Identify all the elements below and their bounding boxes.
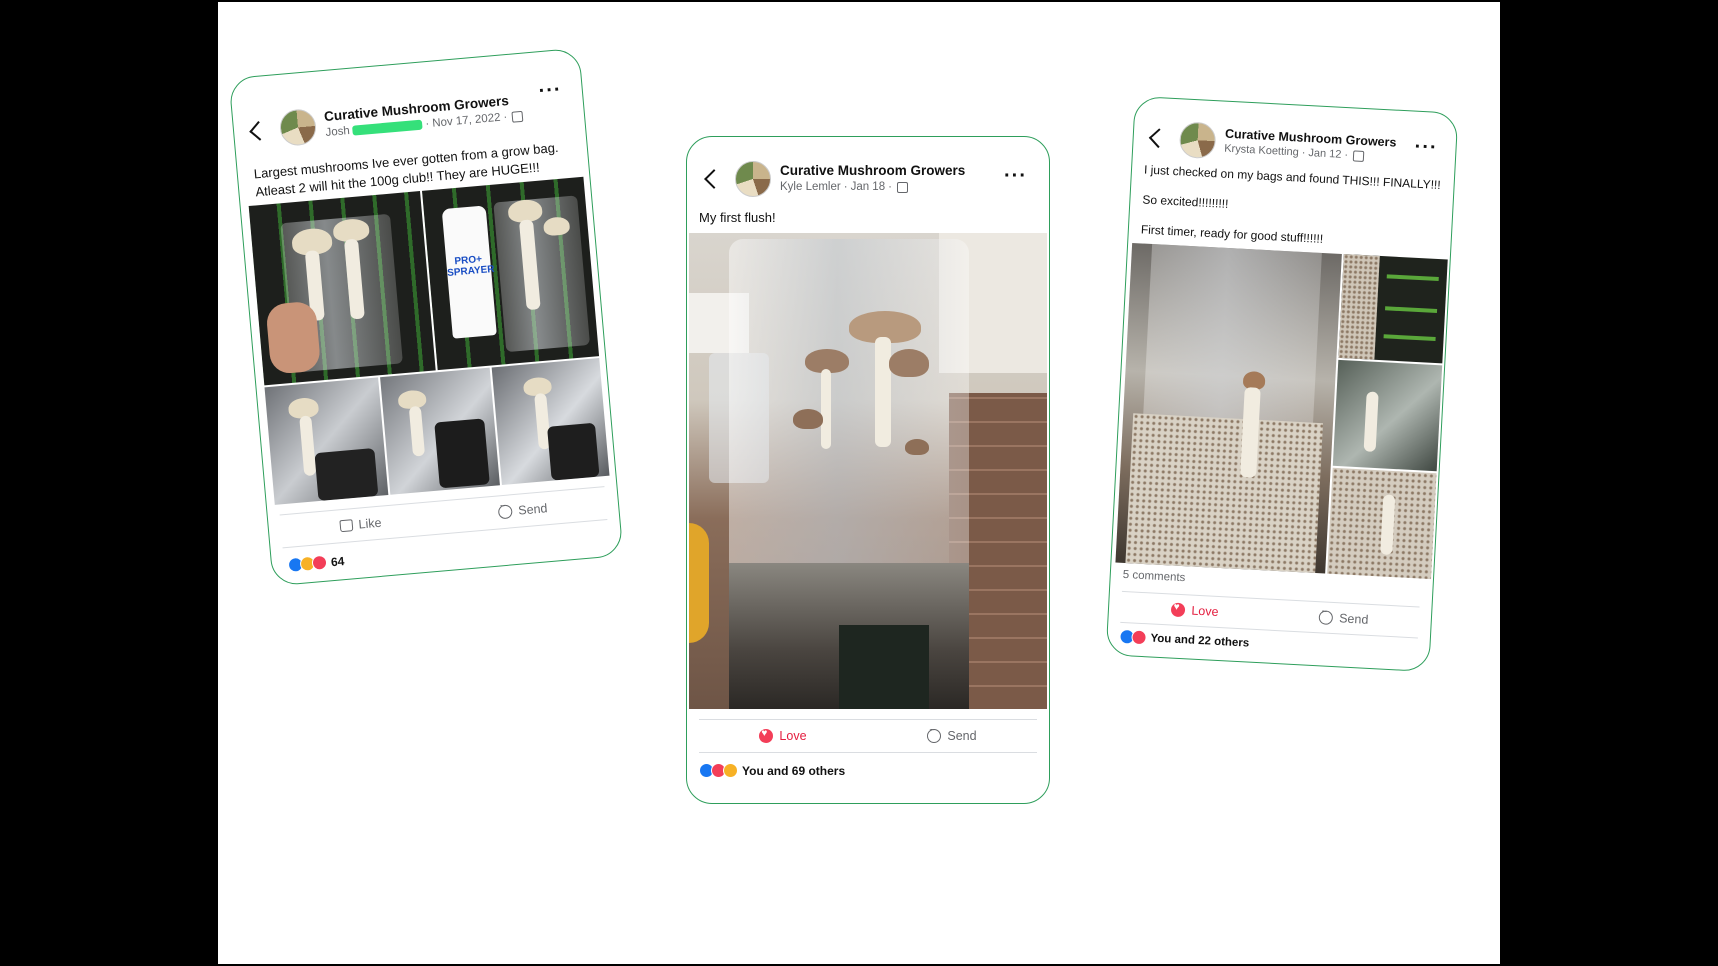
- more-options-icon[interactable]: ···: [1004, 166, 1027, 186]
- love-reaction-icon: [1131, 629, 1147, 646]
- send-button[interactable]: Send: [497, 501, 548, 520]
- like-button[interactable]: Like: [339, 516, 382, 534]
- love-reaction-icon: [311, 554, 328, 571]
- group-avatar[interactable]: [278, 107, 318, 147]
- sprayer-label: PRO+ SPRAYER: [446, 253, 496, 279]
- post-text: I just checked on my bags and found THIS…: [1140, 162, 1442, 247]
- post-photo-4[interactable]: [1327, 467, 1437, 580]
- more-options-icon[interactable]: ···: [1414, 136, 1438, 159]
- post-card-2: Curative Mushroom Growers Kyle Lemler · …: [686, 136, 1050, 804]
- post-card-3: Curative Mushroom Growers Krysta Koettin…: [1105, 95, 1459, 673]
- post-header: Curative Mushroom Growers Kyle Lemler · …: [687, 161, 1049, 197]
- post-photo-1[interactable]: [1115, 242, 1342, 574]
- love-button[interactable]: Love: [1171, 602, 1219, 619]
- screenshot-canvas: Curative Mushroom Growers Josh · Nov 17,…: [218, 2, 1500, 964]
- back-arrow-icon[interactable]: [249, 120, 270, 141]
- post-photo-3[interactable]: [264, 377, 389, 505]
- group-name[interactable]: Curative Mushroom Growers: [780, 163, 965, 180]
- post-photo-3[interactable]: [1332, 359, 1443, 472]
- author-name[interactable]: Josh: [325, 124, 350, 140]
- comments-count[interactable]: 5 comments: [1122, 569, 1185, 584]
- reaction-summary[interactable]: 64: [287, 553, 345, 573]
- post-card-1: Curative Mushroom Growers Josh · Nov 17,…: [228, 47, 624, 587]
- post-photo-5[interactable]: [491, 358, 610, 486]
- thumbs-up-icon: [339, 519, 354, 533]
- send-button[interactable]: Send: [927, 725, 977, 743]
- back-arrow-icon[interactable]: [1148, 128, 1169, 149]
- more-options-icon[interactable]: ···: [538, 78, 563, 102]
- wow-reaction-icon: [723, 763, 738, 778]
- back-arrow-icon[interactable]: [704, 169, 724, 189]
- messenger-icon: [1318, 610, 1334, 625]
- post-photo-2[interactable]: PRO+ SPRAYER: [421, 176, 600, 371]
- post-photo-2[interactable]: [1338, 254, 1448, 364]
- privacy-group-icon: [896, 181, 908, 193]
- messenger-icon: [497, 504, 513, 520]
- group-avatar[interactable]: [735, 161, 771, 197]
- privacy-group-icon: [511, 110, 524, 123]
- love-button[interactable]: Love: [759, 728, 807, 743]
- author-name[interactable]: Kyle Lemler: [780, 180, 841, 194]
- post-actions: Love Send: [699, 719, 1037, 753]
- post-photo-1[interactable]: [248, 191, 436, 386]
- post-photo-4[interactable]: [380, 367, 500, 495]
- author-name[interactable]: Krysta Koetting: [1224, 143, 1299, 161]
- post-date[interactable]: Jan 12: [1308, 147, 1342, 162]
- heart-icon: [1171, 602, 1186, 618]
- post-text: My first flush!: [699, 210, 776, 225]
- privacy-group-icon: [1352, 150, 1365, 163]
- post-photo[interactable]: [689, 233, 1047, 709]
- post-date[interactable]: Jan 18: [851, 180, 886, 194]
- heart-icon: [759, 728, 774, 743]
- send-button[interactable]: Send: [1318, 610, 1369, 627]
- reaction-summary[interactable]: You and 69 others: [699, 763, 845, 778]
- messenger-icon: [927, 725, 942, 743]
- reaction-summary[interactable]: You and 22 others: [1119, 628, 1250, 651]
- group-avatar[interactable]: [1178, 121, 1217, 160]
